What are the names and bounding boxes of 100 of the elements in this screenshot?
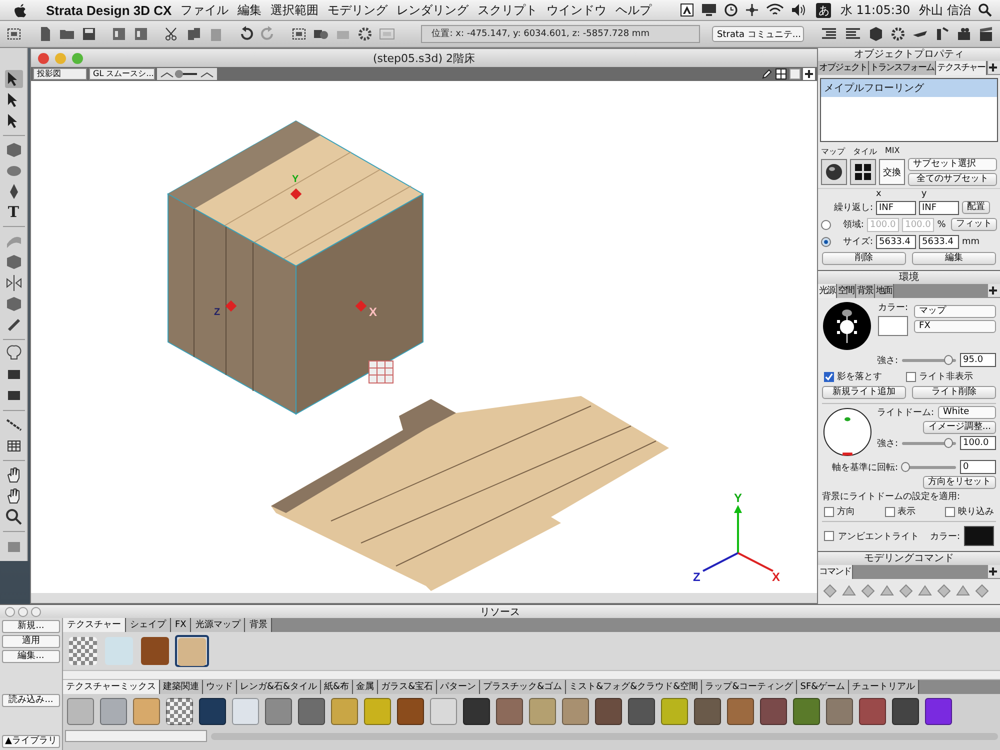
page-icon[interactable] bbox=[789, 68, 801, 80]
cube-tool-icon[interactable] bbox=[4, 141, 22, 159]
texture-swatch[interactable] bbox=[496, 698, 523, 725]
panel-tab[interactable]: オブジェクト bbox=[818, 61, 869, 75]
texture-swatch[interactable] bbox=[892, 698, 919, 725]
texture-swatch[interactable] bbox=[760, 698, 787, 725]
library-tab[interactable]: SF&ゲーム bbox=[797, 680, 850, 694]
library-tab[interactable]: プラスチック&ゴム bbox=[480, 680, 566, 694]
reset-direction-button[interactable]: 方向をリセット bbox=[923, 476, 996, 489]
resource-tab[interactable]: 背景 bbox=[245, 618, 272, 632]
texture-swatch[interactable] bbox=[430, 698, 457, 725]
menu-item[interactable]: 編集 bbox=[238, 2, 262, 18]
image-adjust-button[interactable]: イメージ調整... bbox=[923, 421, 996, 434]
panel-tab[interactable]: 地面 bbox=[875, 284, 894, 298]
close-button[interactable] bbox=[38, 52, 49, 64]
library-tab[interactable]: ガラス&宝石 bbox=[378, 680, 438, 694]
frame-icon[interactable] bbox=[290, 26, 307, 42]
color-well[interactable] bbox=[878, 316, 908, 336]
sphere-map-icon[interactable] bbox=[821, 159, 847, 185]
texture-swatch[interactable] bbox=[529, 698, 556, 725]
gear-icon[interactable] bbox=[356, 26, 373, 42]
copy-icon[interactable] bbox=[186, 26, 202, 42]
add-icon[interactable] bbox=[988, 61, 1000, 74]
delete-button[interactable]: 削除 bbox=[822, 252, 906, 265]
resource-tab[interactable]: シェイプ bbox=[126, 618, 171, 632]
panel-tab[interactable]: トランスフォーム bbox=[869, 61, 936, 75]
menu-item[interactable]: モデリング bbox=[328, 2, 388, 18]
subset-dropdown[interactable]: サブセット選択 bbox=[908, 158, 997, 171]
texture-swatch[interactable] bbox=[175, 635, 209, 667]
handle-marker[interactable] bbox=[225, 300, 237, 312]
wifi-icon[interactable] bbox=[766, 3, 784, 17]
command-icon[interactable] bbox=[936, 583, 952, 599]
resource-tab[interactable]: FX bbox=[171, 618, 192, 632]
texture-swatch[interactable] bbox=[67, 635, 99, 667]
mirror-tool-icon[interactable] bbox=[4, 274, 22, 292]
light-dome-dropdown[interactable]: White bbox=[938, 406, 996, 419]
light-dome-drawing[interactable] bbox=[822, 406, 873, 458]
texture-swatch[interactable] bbox=[166, 698, 193, 725]
repeat-y-field[interactable]: INF bbox=[919, 200, 959, 214]
monitor-icon[interactable] bbox=[701, 3, 718, 17]
gear-icon[interactable] bbox=[890, 26, 906, 42]
input-method-indicator[interactable]: あ bbox=[816, 2, 832, 18]
menu-item[interactable]: ファイル bbox=[180, 2, 229, 18]
add-icon[interactable] bbox=[803, 68, 815, 80]
box-tool-icon[interactable] bbox=[4, 253, 22, 271]
command-icon[interactable] bbox=[898, 583, 914, 599]
texture-swatch[interactable] bbox=[331, 698, 358, 725]
library-tab[interactable]: ウッド bbox=[203, 680, 237, 694]
library-dropdown[interactable] bbox=[65, 730, 207, 742]
cube-icon[interactable] bbox=[868, 26, 884, 42]
rotate-field[interactable]: 0 bbox=[960, 460, 996, 474]
app-menu[interactable]: Strata Design 3D CX bbox=[46, 2, 172, 18]
add-icon[interactable] bbox=[988, 284, 1000, 297]
handle-marker[interactable] bbox=[355, 300, 367, 312]
texture-swatch[interactable] bbox=[727, 698, 754, 725]
value-x-field[interactable]: 5633.4 bbox=[876, 234, 916, 248]
library-tab[interactable]: ミスト&フォグ&クラウド&空間 bbox=[566, 680, 702, 694]
align-left-icon[interactable] bbox=[820, 26, 838, 42]
texture-swatch[interactable] bbox=[232, 698, 259, 725]
color-well[interactable] bbox=[964, 526, 994, 546]
resource-tab[interactable]: 光源マップ bbox=[191, 618, 246, 632]
mode-radio[interactable] bbox=[821, 236, 831, 246]
search-icon[interactable] bbox=[978, 3, 992, 17]
strength-field[interactable]: 100.0 bbox=[960, 436, 996, 450]
library-tab[interactable]: 紙&布 bbox=[321, 680, 354, 694]
texture-swatch[interactable] bbox=[265, 698, 292, 725]
grid-icon[interactable] bbox=[775, 68, 787, 80]
library-tab[interactable]: レンガ&石&タイル bbox=[237, 680, 322, 694]
view-dropdown[interactable]: 投影図 bbox=[33, 68, 87, 80]
clapperboard-icon[interactable] bbox=[978, 26, 994, 42]
command-icon[interactable] bbox=[974, 583, 990, 599]
volume-icon[interactable] bbox=[791, 3, 808, 17]
library-tab[interactable]: 金属 bbox=[353, 680, 378, 694]
menu-item[interactable]: ヘルプ bbox=[616, 2, 652, 18]
move-icon[interactable] bbox=[745, 3, 760, 17]
value-y-field[interactable]: 5633.4 bbox=[919, 234, 959, 248]
texture-swatch[interactable] bbox=[694, 698, 721, 725]
add-icon[interactable] bbox=[988, 565, 1000, 578]
hand-tool-icon[interactable] bbox=[4, 466, 22, 484]
texture-swatch[interactable] bbox=[595, 698, 622, 725]
ps-icon[interactable] bbox=[111, 26, 128, 42]
texture-swatch[interactable] bbox=[199, 698, 226, 725]
checkbox[interactable] bbox=[824, 506, 834, 516]
texture-swatch[interactable] bbox=[139, 635, 171, 667]
texture-swatch[interactable] bbox=[562, 698, 589, 725]
import-button[interactable]: 読み込み... bbox=[2, 694, 60, 707]
texture-swatch[interactable] bbox=[298, 698, 325, 725]
panel-tab[interactable]: テクスチャー bbox=[936, 61, 987, 75]
texture-swatch[interactable] bbox=[364, 698, 391, 725]
resource-button[interactable]: 編集... bbox=[2, 650, 60, 663]
library-tab[interactable]: 建築関連 bbox=[160, 680, 203, 694]
command-icon[interactable] bbox=[860, 583, 876, 599]
checkbox[interactable] bbox=[906, 372, 916, 382]
texture-swatch[interactable] bbox=[397, 698, 424, 725]
repeat-x-field[interactable]: INF bbox=[876, 200, 916, 214]
hand-tool-icon[interactable] bbox=[4, 487, 22, 505]
library-tab[interactable]: ラップ&コーティング bbox=[702, 680, 798, 694]
texture-swatch[interactable] bbox=[859, 698, 886, 725]
texture-swatch[interactable] bbox=[463, 698, 490, 725]
zoom-slider-icon[interactable] bbox=[157, 68, 217, 80]
